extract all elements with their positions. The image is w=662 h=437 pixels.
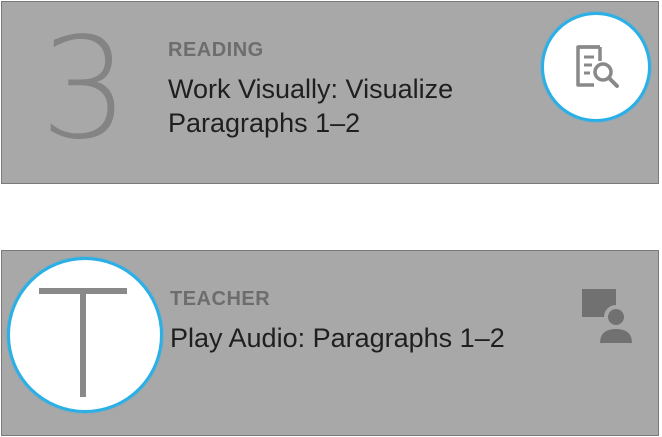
activity-title-line-2: Paragraphs 1–2 xyxy=(168,108,361,138)
teacher-letter-badge[interactable] xyxy=(7,257,163,413)
activity-title-line-1: Play Audio: Paragraphs 1–2 xyxy=(170,323,505,353)
activity-title: Play Audio: Paragraphs 1–2 xyxy=(170,321,505,355)
teacher-letter-glyph xyxy=(39,288,127,397)
teacher-presentation-icon xyxy=(582,289,632,343)
activity-category: TEACHER xyxy=(170,288,271,310)
activity-category: READING xyxy=(168,39,264,61)
activity-title-line-1: Work Visually: Visualize xyxy=(168,74,454,104)
activity-number: 3 xyxy=(40,8,130,171)
activity-title: Work Visually: Visualize Paragraphs 1–2 xyxy=(168,72,453,140)
activity-card-teacher[interactable]: TEACHER Play Audio: Paragraphs 1–2 xyxy=(1,250,659,436)
activity-card-reading[interactable]: 3 READING Work Visually: Visualize Parag… xyxy=(1,1,659,184)
document-search-icon xyxy=(576,45,619,88)
reading-icon-badge[interactable] xyxy=(541,12,651,122)
